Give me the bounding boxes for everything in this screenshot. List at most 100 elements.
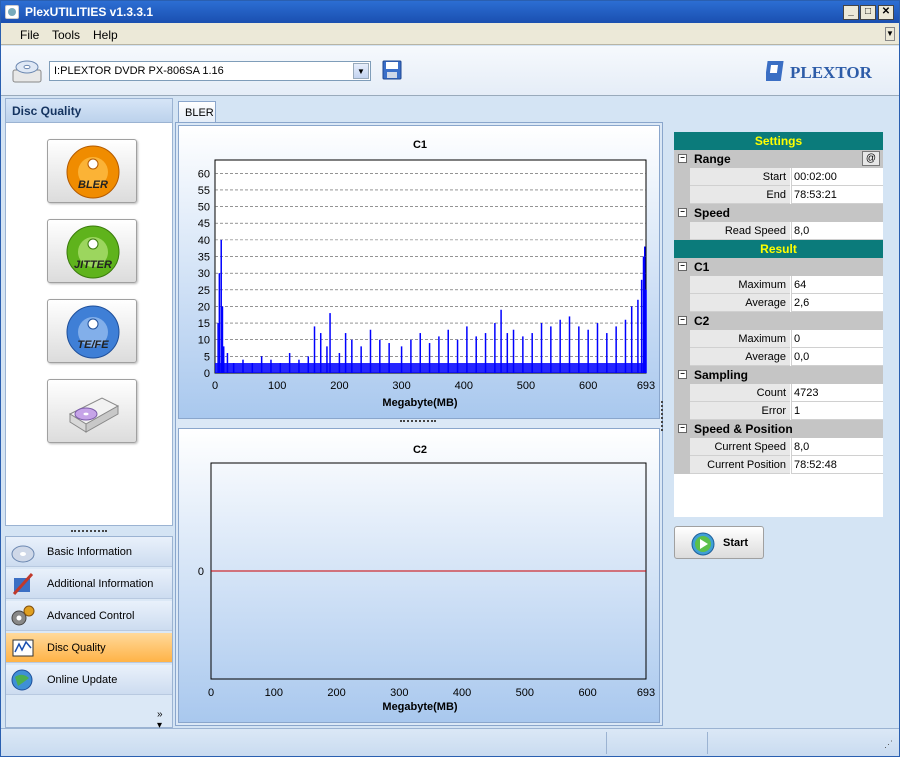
collapse-icon[interactable]: − — [678, 316, 687, 325]
category-label: Range — [694, 152, 731, 166]
tefe-disc-icon: TE/FE — [66, 305, 120, 359]
tefe-button[interactable]: TE/FE — [47, 299, 137, 363]
c1-chart: C10510152025303540455055600 100 200 300 400 5… — [198, 139, 655, 409]
range-category[interactable]: − Range @ — [674, 150, 883, 168]
prop-c1-maximum: Maximum 64 — [674, 276, 883, 294]
play-icon — [691, 532, 715, 556]
plextor-logo: PLEXTOR — [766, 61, 873, 82]
resize-grip-icon[interactable]: ⋰ — [884, 739, 893, 750]
c2-maximum-value: 0 — [791, 330, 883, 348]
minimize-button[interactable]: _ — [843, 5, 859, 20]
collapse-icon[interactable]: − — [678, 154, 687, 163]
start-value[interactable]: 00:02:00 — [791, 168, 883, 186]
save-icon[interactable] — [382, 60, 402, 80]
app-window: PlexUTILITIES v1.3.3.1 _ □ ✕ File Tools … — [0, 0, 900, 757]
collapse-icon[interactable]: − — [678, 424, 687, 433]
bler-disc-icon: BLER — [66, 145, 120, 199]
prop-current-position: Current Position 78:52:48 — [674, 456, 883, 474]
nav-disc-quality[interactable]: Disc Quality — [6, 633, 172, 663]
start-button[interactable]: Start — [674, 526, 764, 559]
end-value[interactable]: 78:53:21 — [791, 186, 883, 204]
logo-text: PLEXTOR — [790, 63, 873, 82]
maximize-button[interactable]: □ — [860, 5, 876, 20]
status-divider — [606, 732, 607, 754]
nav-online-update[interactable]: Online Update — [6, 665, 172, 695]
c1-average-value: 2,6 — [791, 294, 883, 312]
disc-quality-header: Disc Quality — [5, 98, 173, 123]
prop-read-speed: Read Speed 8,0 — [674, 222, 883, 240]
jitter-disc-icon: JITTER — [66, 225, 120, 279]
c1-x-tick: 600 — [579, 380, 597, 392]
c2-x-tick: 100 — [265, 687, 283, 699]
chevron-down-icon[interactable]: ▼ — [353, 63, 369, 79]
close-button[interactable]: ✕ — [878, 5, 894, 20]
c2-average-value: 0,0 — [791, 348, 883, 366]
prop-error: Error 1 — [674, 402, 883, 420]
drive-select[interactable]: I:PLEXTOR DVDR PX-806SA 1.16 ▼ — [49, 61, 371, 81]
c2-x-tick: 500 — [516, 687, 534, 699]
prop-c2-average: Average 0,0 — [674, 348, 883, 366]
category-label: Speed & Position — [694, 422, 793, 436]
chart-area: C1 0 5 10 15 20 25 30 35 40 45 50 55 60 0 100 200 300 400 5… — [175, 122, 663, 726]
c2-x-tick: 200 — [327, 687, 345, 699]
c2-x-tick: 693 — [637, 687, 655, 699]
prop-name: End — [690, 186, 790, 204]
collapse-icon[interactable]: − — [678, 370, 687, 379]
toolbar: I:PLEXTOR DVDR PX-806SA 1.16 ▼ PLEXTOR — [1, 46, 899, 96]
nav-basic-information[interactable]: Basic Information — [6, 537, 172, 567]
jitter-button[interactable]: JITTER — [47, 219, 137, 283]
category-label: C1 — [694, 260, 710, 274]
prop-name: Count — [690, 384, 790, 402]
prop-name: Current Speed — [690, 438, 790, 456]
c1-x-tick: 500 — [517, 380, 535, 392]
pane-splitter-grip[interactable] — [71, 530, 107, 534]
prop-current-speed: Current Speed 8,0 — [674, 438, 883, 456]
c1-x-tick: 400 — [455, 380, 473, 392]
vertical-splitter-grip[interactable] — [661, 401, 664, 431]
menu-tools[interactable]: Tools — [52, 28, 80, 42]
c1-x-axis-label: Megabyte(MB) — [382, 397, 458, 409]
app-icon[interactable] — [5, 5, 19, 19]
property-grid: Settings − Range @ Start 00:02:00 End 78… — [674, 132, 883, 517]
range-picker-button[interactable]: @ — [862, 151, 880, 166]
collapse-icon[interactable]: − — [678, 208, 687, 217]
c2-x-axis-label: Megabyte(MB) — [382, 701, 458, 713]
settings-header: Settings — [674, 132, 883, 150]
collapse-icon[interactable]: − — [678, 262, 687, 271]
sampling-category[interactable]: − Sampling — [674, 366, 883, 384]
globe-icon — [11, 669, 33, 691]
chart-icon — [12, 639, 34, 657]
c1-y-tick: 50 — [198, 202, 210, 214]
bler-button[interactable]: BLER — [47, 139, 137, 203]
speed-position-category[interactable]: − Speed & Position — [674, 420, 883, 438]
menu-overflow-icon[interactable]: ▼ — [885, 27, 895, 41]
status-divider — [707, 732, 708, 754]
c1-y-tick: 15 — [198, 318, 210, 330]
c1-y-tick: 0 — [204, 368, 210, 380]
prop-c2-maximum: Maximum 0 — [674, 330, 883, 348]
optical-drive-icon — [68, 397, 120, 433]
read-speed-value[interactable]: 8,0 — [791, 222, 883, 240]
svg-text:JITTER: JITTER — [74, 259, 112, 271]
tab-bler[interactable]: BLER — [178, 101, 216, 123]
menu-file[interactable]: File — [20, 28, 39, 42]
c1-y-tick: 25 — [198, 285, 210, 297]
c1-x-tick: 0 — [212, 380, 218, 392]
c1-y-tick: 45 — [198, 218, 210, 230]
current-position-value: 78:52:48 — [791, 456, 883, 474]
nav-additional-information[interactable]: Additional Information — [6, 569, 172, 599]
c2-x-tick: 0 — [208, 687, 214, 699]
nav-label: Disc Quality — [47, 642, 106, 654]
count-value: 4723 — [791, 384, 883, 402]
prop-name: Error — [690, 402, 790, 420]
c1-chart-title: C1 — [413, 139, 427, 151]
drive-test-button[interactable] — [47, 379, 137, 443]
c2-category[interactable]: − C2 — [674, 312, 883, 330]
title-bar: PlexUTILITIES v1.3.3.1 _ □ ✕ — [1, 1, 899, 23]
c1-category[interactable]: − C1 — [674, 258, 883, 276]
cd-info-icon — [11, 545, 35, 563]
chart-splitter-grip[interactable] — [400, 420, 436, 422]
nav-advanced-control[interactable]: Advanced Control — [6, 601, 172, 631]
speed-category[interactable]: − Speed — [674, 204, 883, 222]
menu-help[interactable]: Help — [93, 28, 118, 42]
